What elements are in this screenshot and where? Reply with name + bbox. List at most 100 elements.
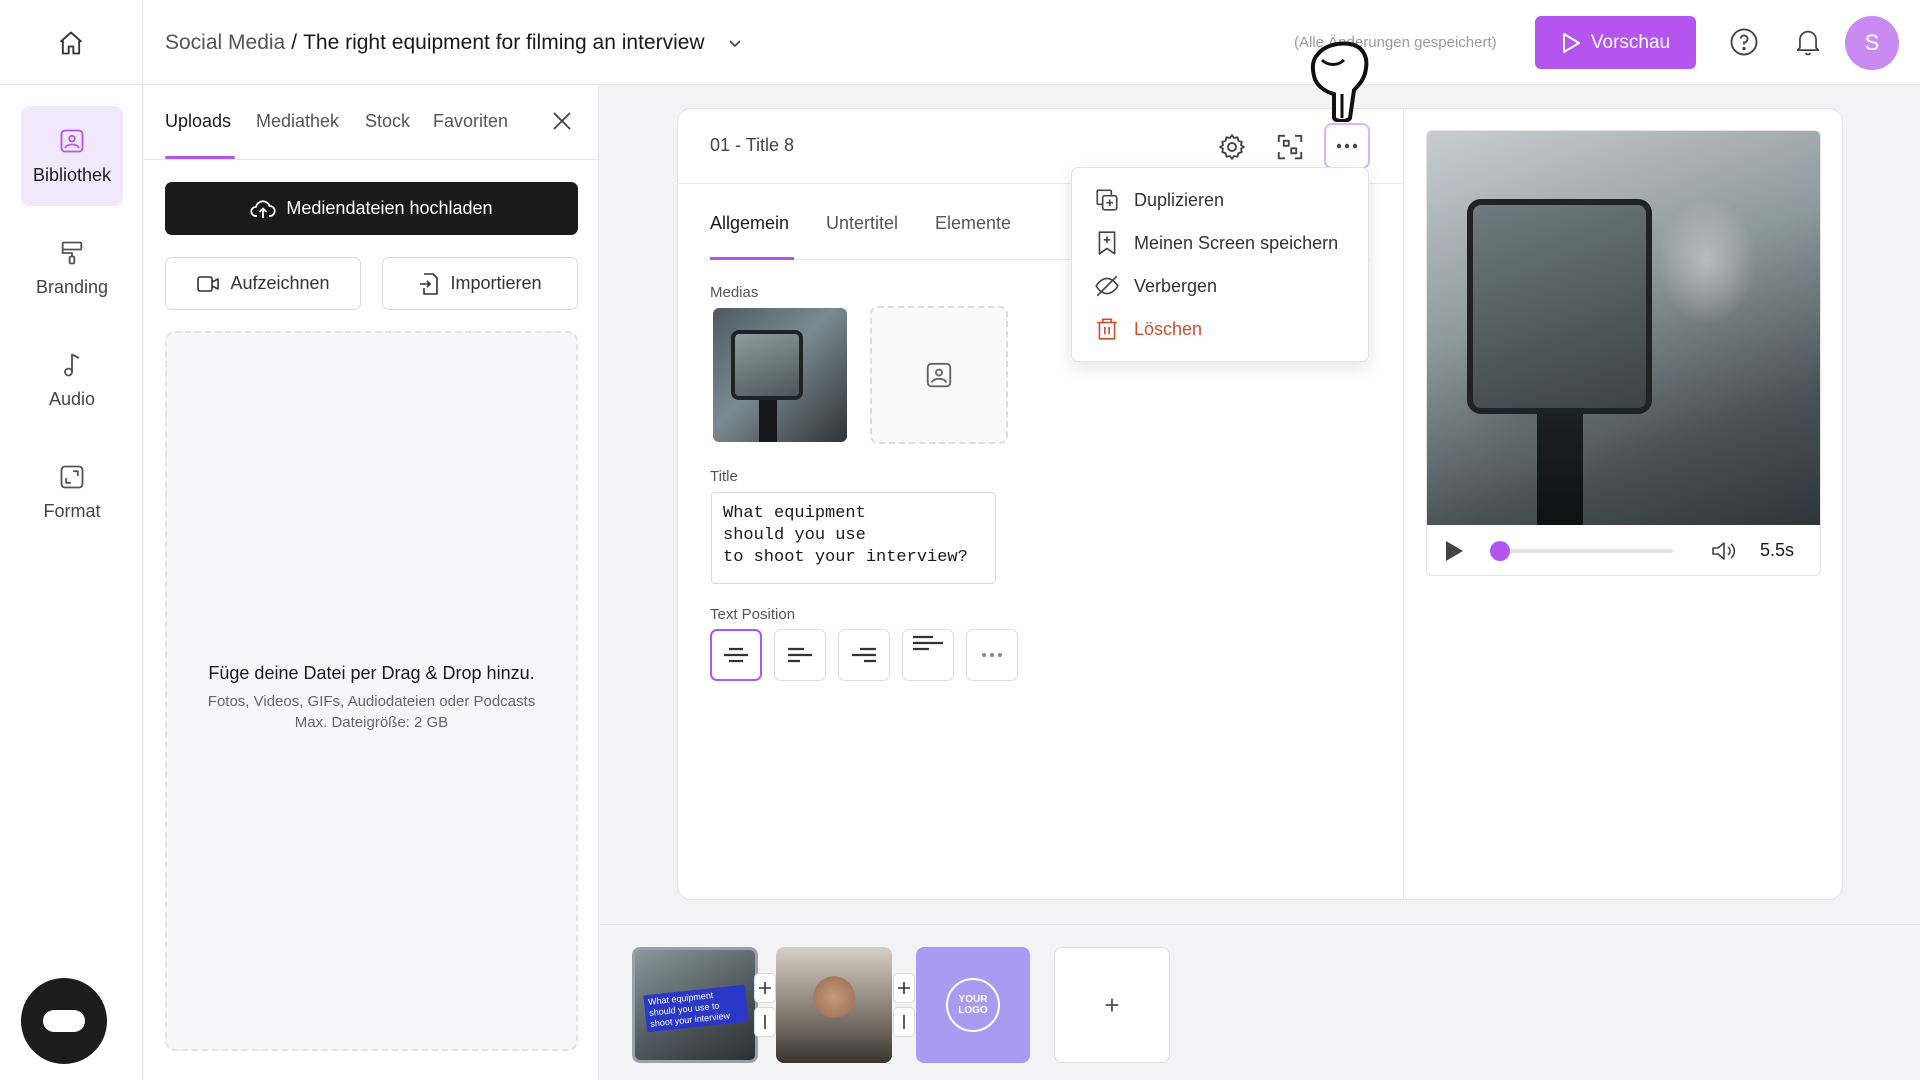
rail-item-label: Branding xyxy=(35,276,109,297)
tab-allgemein[interactable]: Allgemein xyxy=(710,213,789,234)
import-label: Importieren xyxy=(450,273,542,293)
breadcrumb-parent-link[interactable]: Social Media xyxy=(165,31,285,55)
more-horizontal-icon xyxy=(982,653,1002,657)
add-scene-label: + xyxy=(1104,989,1120,1020)
preview-button[interactable]: Vorschau xyxy=(1535,16,1696,69)
rail-item-bibliothek[interactable]: Bibliothek xyxy=(21,106,123,206)
text-position-top-left-button[interactable] xyxy=(902,629,954,681)
phone-in-shot xyxy=(1467,199,1652,414)
insert-scene-button[interactable] xyxy=(754,973,776,1003)
video-duration: 5.5s xyxy=(1760,540,1795,560)
text-position-left-button[interactable] xyxy=(774,629,826,681)
tab-favoriten[interactable]: Favoriten xyxy=(433,111,508,132)
align-right-icon xyxy=(852,647,876,663)
trash-icon xyxy=(1097,318,1117,340)
timeline-scene-1[interactable]: What equipment should you use to shoot y… xyxy=(632,947,758,1063)
player-controls: 5.5s xyxy=(1427,525,1820,575)
tab-stock[interactable]: Stock xyxy=(365,111,410,132)
tab-mediathek[interactable]: Mediathek xyxy=(256,111,339,132)
align-center-icon xyxy=(724,647,748,663)
rail-item-label: Format xyxy=(43,500,101,521)
record-label: Aufzeichnen xyxy=(230,273,330,293)
paint-roller-icon xyxy=(61,241,83,264)
align-left-icon xyxy=(788,647,812,663)
medias-label: Medias xyxy=(710,284,759,301)
bookmark-plus-icon xyxy=(1098,231,1116,255)
transition-icon xyxy=(903,1015,905,1029)
title-label: Title xyxy=(710,468,738,485)
add-scene-button[interactable]: + xyxy=(1054,947,1170,1063)
image-add-icon xyxy=(926,362,952,388)
align-top-left-icon xyxy=(913,635,943,651)
library-icon xyxy=(60,129,84,152)
breadcrumb-separator: / xyxy=(291,30,298,54)
menu-item-save-screen[interactable]: Meinen Screen speichern xyxy=(1094,228,1338,258)
rail-item-label: Audio xyxy=(48,388,96,409)
dropzone-max-size: Max. Dateigröße: 2 GB xyxy=(294,714,449,731)
add-media-slot[interactable] xyxy=(870,306,1008,444)
rail-item-branding[interactable]: Branding xyxy=(21,218,123,318)
bell-icon[interactable] xyxy=(1794,27,1822,57)
video-frame-image xyxy=(1427,131,1820,525)
close-icon[interactable] xyxy=(550,109,574,133)
upload-media-button[interactable]: Mediendateien hochladen xyxy=(165,182,578,235)
text-position-more-button[interactable] xyxy=(966,629,1018,681)
import-button[interactable]: Importieren xyxy=(382,257,578,310)
plus-icon xyxy=(759,982,771,994)
scene-caption: What equipment should you use to shoot y… xyxy=(643,984,749,1033)
text-position-right-button[interactable] xyxy=(838,629,890,681)
left-rail: Bibliothek Branding Audio Format xyxy=(0,85,143,1080)
rail-item-format[interactable]: Format xyxy=(21,442,123,542)
avatar[interactable]: S xyxy=(1845,16,1899,70)
chevron-down-icon[interactable] xyxy=(727,35,743,51)
tab-uploads[interactable]: Uploads xyxy=(165,111,231,132)
play-outline-icon xyxy=(1562,32,1580,53)
timeline-scene-3[interactable]: YOUR LOGO xyxy=(916,947,1030,1063)
more-options-button[interactable] xyxy=(1324,123,1370,169)
menu-item-label: Duplizieren xyxy=(1134,189,1225,210)
record-button[interactable]: Aufzeichnen xyxy=(165,257,361,310)
transition-button[interactable] xyxy=(754,1007,776,1037)
menu-item-delete[interactable]: Löschen xyxy=(1094,314,1202,344)
text-position-center-button[interactable] xyxy=(710,629,762,681)
upload-media-label: Mediendateien hochladen xyxy=(286,198,493,218)
timeline-scene-2[interactable] xyxy=(776,947,892,1063)
help-icon[interactable] xyxy=(1729,27,1759,57)
hand-pointer-icon xyxy=(1310,41,1369,122)
settings-button[interactable] xyxy=(1214,129,1250,165)
play-icon[interactable] xyxy=(1443,539,1465,563)
layout-button[interactable] xyxy=(1272,129,1308,165)
scene-options-menu: Duplizieren Meinen Screen speichern Verb… xyxy=(1071,167,1369,362)
transition-button[interactable] xyxy=(893,1007,915,1037)
chat-icon xyxy=(43,1010,85,1032)
chat-button[interactable] xyxy=(21,978,107,1064)
dropzone[interactable]: Füge deine Datei per Drag & Drop hinzu. … xyxy=(165,331,578,1051)
gear-icon xyxy=(1219,134,1245,160)
menu-item-label: Verbergen xyxy=(1134,275,1218,296)
scene-timeline: What equipment should you use to shoot y… xyxy=(600,924,1920,1080)
title-textarea[interactable]: What equipment should you use to shoot y… xyxy=(711,492,996,584)
progress-track[interactable] xyxy=(1495,549,1673,553)
menu-item-hide[interactable]: Verbergen xyxy=(1094,271,1217,301)
project-title[interactable]: The right equipment for filming an inter… xyxy=(303,31,705,55)
tab-elemente[interactable]: Elemente xyxy=(935,213,1011,234)
plus-icon xyxy=(898,982,910,994)
tab-untertitel[interactable]: Untertitel xyxy=(826,213,898,234)
progress-handle[interactable] xyxy=(1490,541,1511,561)
eye-off-icon xyxy=(1095,275,1119,297)
library-tabs: Uploads Mediathek Stock Favoriten xyxy=(144,85,599,160)
volume-icon[interactable] xyxy=(1711,539,1737,563)
menu-item-label: Löschen xyxy=(1134,318,1203,339)
editor-divider xyxy=(1403,109,1404,899)
insert-scene-button[interactable] xyxy=(893,973,915,1003)
media-thumbnail[interactable] xyxy=(713,308,847,442)
menu-item-duplicate[interactable]: Duplizieren xyxy=(1094,185,1224,215)
video-camera-icon xyxy=(197,275,220,292)
library-panel: Uploads Mediathek Stock Favoriten Medien… xyxy=(144,85,599,1080)
duplicate-icon xyxy=(1096,189,1118,211)
breadcrumb: Social Media / The right equipment for f… xyxy=(165,0,743,85)
home-button[interactable] xyxy=(0,0,143,85)
aspect-ratio-icon xyxy=(60,465,84,488)
tripod-in-shot xyxy=(1537,414,1583,525)
rail-item-audio[interactable]: Audio xyxy=(21,330,123,430)
